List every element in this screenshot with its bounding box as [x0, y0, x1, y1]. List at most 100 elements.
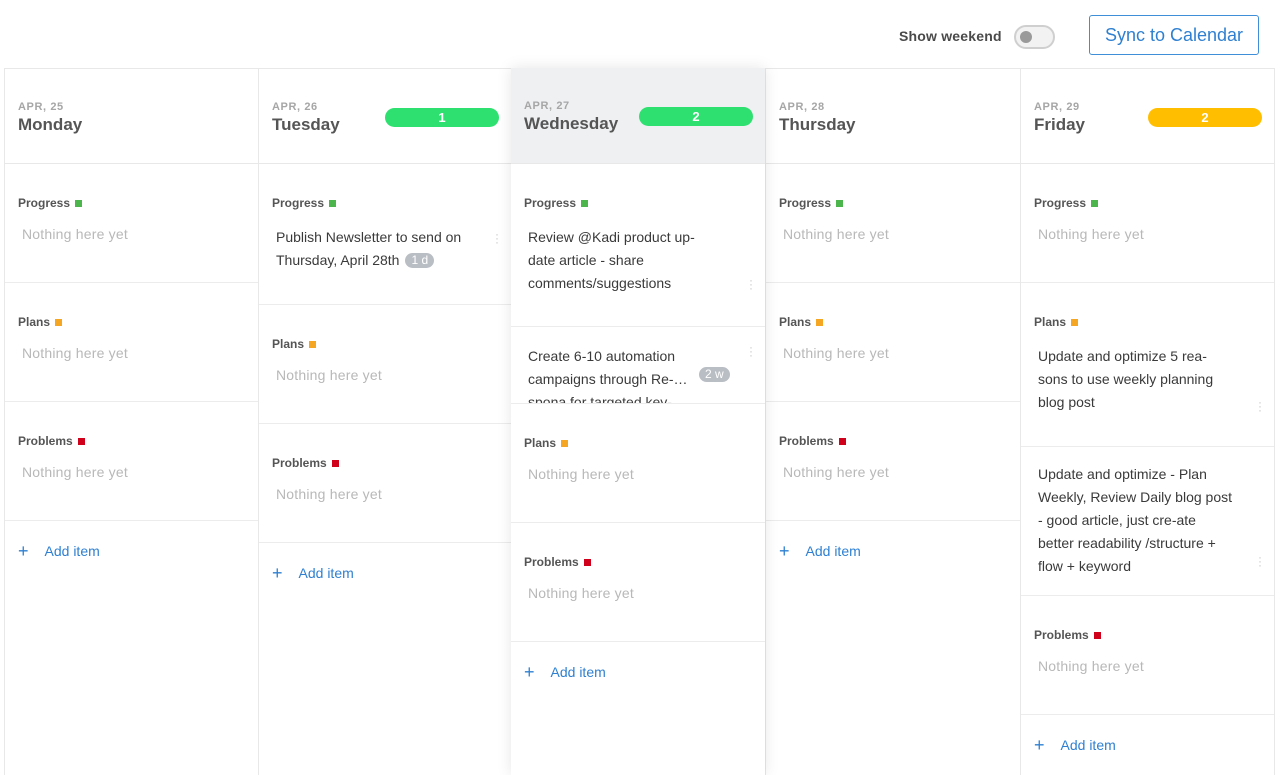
more-options-icon[interactable]: · · · — [495, 228, 499, 248]
section-title-progress: Progress — [524, 196, 577, 210]
progress-section: Progress Nothing here yet — [1021, 164, 1274, 283]
section-title-progress: Progress — [18, 196, 71, 210]
add-item-button[interactable]: + Add item — [1021, 715, 1274, 775]
progress-section: Progress Nothing here yet — [766, 164, 1020, 283]
add-item-label: Add item — [298, 565, 354, 581]
section-title-plans: Plans — [779, 315, 812, 329]
day-column-tuesday: APR, 26 Tuesday 1 Progress Publish Newsl… — [258, 68, 511, 775]
task-card[interactable]: Update and optimize - Plan Weekly, Revie… — [1021, 447, 1274, 595]
empty-placeholder: Nothing here yet — [276, 486, 382, 502]
day-header: APR, 26 Tuesday 1 — [259, 68, 511, 164]
empty-placeholder: Nothing here yet — [783, 464, 889, 480]
day-header: APR, 27 Wednesday 2 — [511, 68, 765, 164]
plans-section: Plans Nothing here yet — [259, 305, 511, 424]
add-item-button[interactable]: + Add item — [259, 543, 511, 603]
age-pill: 2 w — [699, 367, 730, 382]
add-item-button[interactable]: + Add item — [5, 521, 258, 581]
day-column-friday: APR, 29 Friday 2 Progress Nothing here y… — [1020, 68, 1275, 775]
day-header: APR, 28 Thursday — [766, 68, 1020, 164]
plans-section: Plans Nothing here yet — [511, 404, 765, 523]
plans-marker — [55, 319, 63, 326]
task-card[interactable]: Publish Newsletter to send on Thursday, … — [259, 218, 511, 304]
sync-to-calendar-button[interactable]: Sync to Calendar — [1089, 15, 1259, 55]
problems-marker — [77, 438, 85, 445]
show-weekend-label: Show weekend — [899, 28, 1002, 44]
more-options-icon[interactable]: · · · — [1258, 396, 1262, 416]
progress-marker — [836, 200, 844, 207]
progress-section: Progress Review @Kadi product up-date ar… — [511, 164, 765, 404]
day-name: Wednesday — [524, 114, 619, 133]
day-header: APR, 29 Friday 2 — [1021, 68, 1274, 164]
section-title-problems: Problems — [1034, 628, 1089, 642]
day-column-monday: APR, 25 Monday Progress Nothing here yet… — [4, 68, 258, 775]
problems-marker — [331, 460, 339, 467]
task-text: Update and optimize 5 rea-sons to use we… — [1038, 348, 1214, 410]
plans-marker — [309, 341, 317, 348]
section-title-progress: Progress — [1034, 196, 1087, 210]
week-board: APR, 25 Monday Progress Nothing here yet… — [4, 68, 1276, 775]
add-item-button[interactable]: + Add item — [511, 642, 765, 702]
more-options-icon[interactable]: · · · — [1258, 551, 1262, 571]
add-item-label: Add item — [550, 664, 606, 680]
day-name: Monday — [18, 115, 83, 134]
item-count-badge: 2 — [1148, 108, 1262, 127]
day-column-thursday: APR, 28 Thursday Progress Nothing here y… — [765, 68, 1020, 775]
progress-marker — [329, 200, 337, 207]
progress-marker — [75, 200, 83, 207]
plans-section: Plans Update and optimize 5 rea-sons to … — [1021, 283, 1274, 596]
section-title-plans: Plans — [18, 315, 51, 329]
section-title-plans: Plans — [1034, 315, 1067, 329]
empty-placeholder: Nothing here yet — [22, 226, 128, 242]
task-card[interactable]: Update and optimize 5 rea-sons to use we… — [1021, 337, 1274, 447]
problems-marker — [838, 438, 846, 445]
section-title-plans: Plans — [272, 337, 305, 351]
section-title-problems: Problems — [272, 456, 327, 470]
task-card[interactable]: Create 6-10 automation campaigns through… — [511, 327, 765, 403]
problems-section: Problems Nothing here yet — [511, 523, 765, 642]
task-text: Create 6-10 automation campaigns through… — [528, 348, 688, 403]
show-weekend-toggle[interactable] — [1014, 25, 1055, 49]
task-text: Update and optimize - Plan Weekly, Revie… — [1038, 466, 1233, 574]
task-card[interactable]: Review @Kadi product up-date article - s… — [511, 218, 765, 327]
item-count-badge: 2 — [639, 107, 753, 126]
section-title-plans: Plans — [524, 436, 557, 450]
section-title-problems: Problems — [524, 555, 579, 569]
item-count-badge: 1 — [385, 108, 499, 127]
toggle-knob — [1020, 31, 1032, 43]
day-date: APR, 28 — [779, 101, 825, 113]
empty-placeholder: Nothing here yet — [528, 466, 634, 482]
section-title-progress: Progress — [272, 196, 325, 210]
plans-marker — [816, 319, 824, 326]
progress-marker — [581, 200, 589, 207]
plans-marker — [561, 440, 569, 447]
progress-marker — [1091, 200, 1099, 207]
section-title-progress: Progress — [779, 196, 832, 210]
top-bar: Show weekend Sync to Calendar — [0, 0, 1280, 68]
plus-icon: + — [272, 563, 283, 583]
empty-placeholder: Nothing here yet — [1038, 658, 1144, 674]
day-name: Friday — [1034, 115, 1086, 134]
plans-marker — [1071, 319, 1079, 326]
day-name: Thursday — [779, 115, 856, 134]
add-item-button[interactable]: + Add item — [766, 521, 1020, 581]
empty-placeholder: Nothing here yet — [22, 464, 128, 480]
progress-section: Progress Nothing here yet — [5, 164, 258, 283]
empty-placeholder: Nothing here yet — [22, 345, 128, 361]
problems-section: Problems Nothing here yet — [766, 402, 1020, 521]
problems-section: Problems Nothing here yet — [1021, 596, 1274, 715]
empty-placeholder: Nothing here yet — [276, 367, 382, 383]
day-date: APR, 25 — [18, 101, 64, 113]
plus-icon: + — [779, 541, 790, 561]
add-item-label: Add item — [805, 543, 861, 559]
more-options-icon[interactable]: · · · — [749, 341, 753, 361]
day-date: APR, 29 — [1034, 101, 1080, 113]
plus-icon: + — [18, 541, 29, 561]
plans-section: Plans Nothing here yet — [5, 283, 258, 402]
more-options-icon[interactable]: · · · — [749, 274, 753, 294]
empty-placeholder: Nothing here yet — [783, 345, 889, 361]
add-item-label: Add item — [44, 543, 100, 559]
progress-section: Progress Publish Newsletter to send on T… — [259, 164, 511, 305]
section-title-problems: Problems — [18, 434, 73, 448]
problems-marker — [1093, 632, 1101, 639]
age-pill: 1 d — [405, 253, 435, 268]
